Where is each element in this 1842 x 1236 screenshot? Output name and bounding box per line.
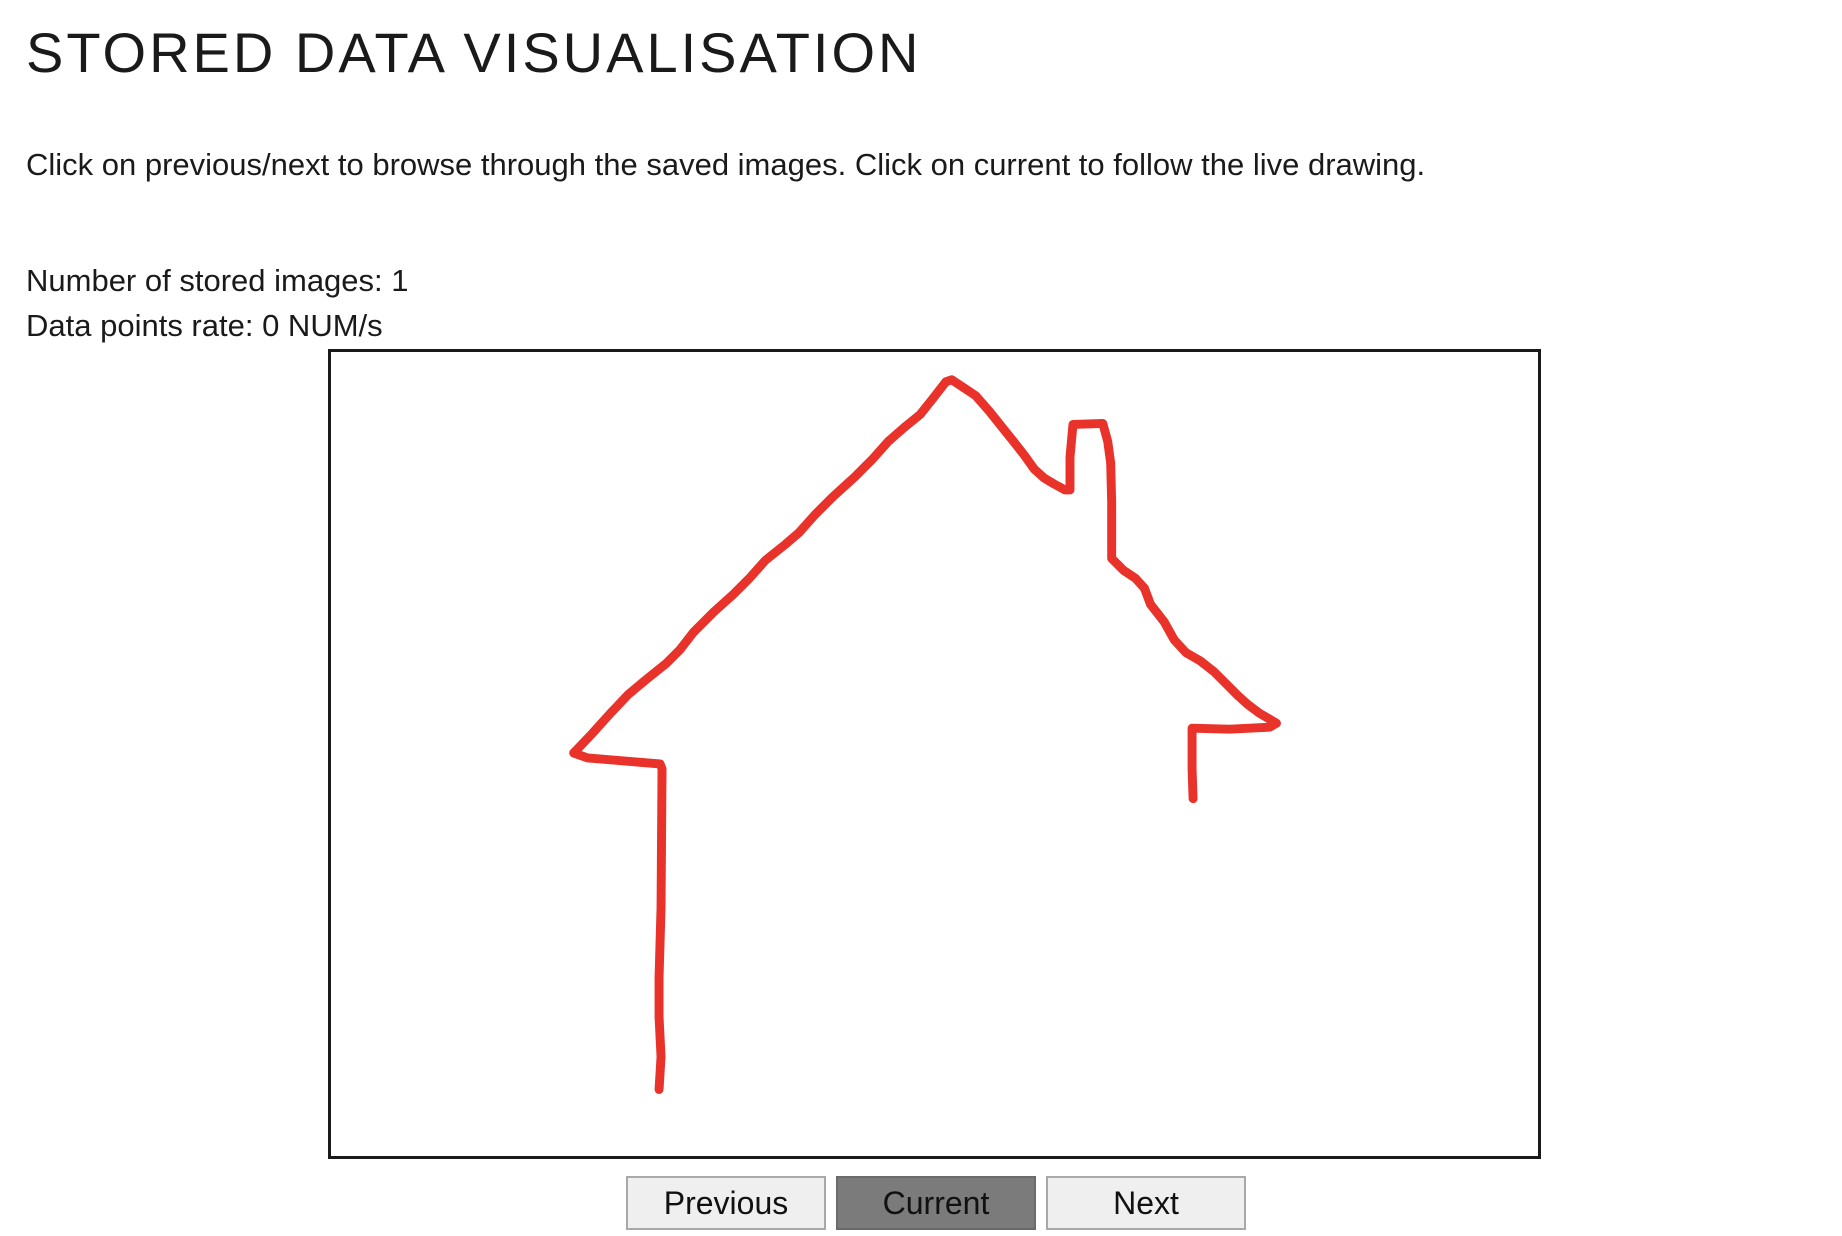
stored-images-count: Number of stored images: 1: [26, 263, 409, 298]
stats-panel: Number of stored images: 1 Data points r…: [26, 258, 409, 348]
house-drawing: [569, 375, 1281, 1094]
navigation-buttons: Previous Current Next: [626, 1176, 1246, 1230]
previous-button[interactable]: Previous: [626, 1176, 826, 1230]
current-button[interactable]: Current: [836, 1176, 1036, 1230]
next-button[interactable]: Next: [1046, 1176, 1246, 1230]
house-outline-stroke: [569, 375, 1281, 1094]
data-points-rate: Data points rate: 0 NUM/s: [26, 308, 383, 343]
drawing-canvas[interactable]: [328, 349, 1541, 1159]
page-title: STORED DATA VISUALISATION: [26, 21, 922, 84]
instructions-text: Click on previous/next to browse through…: [26, 147, 1426, 182]
